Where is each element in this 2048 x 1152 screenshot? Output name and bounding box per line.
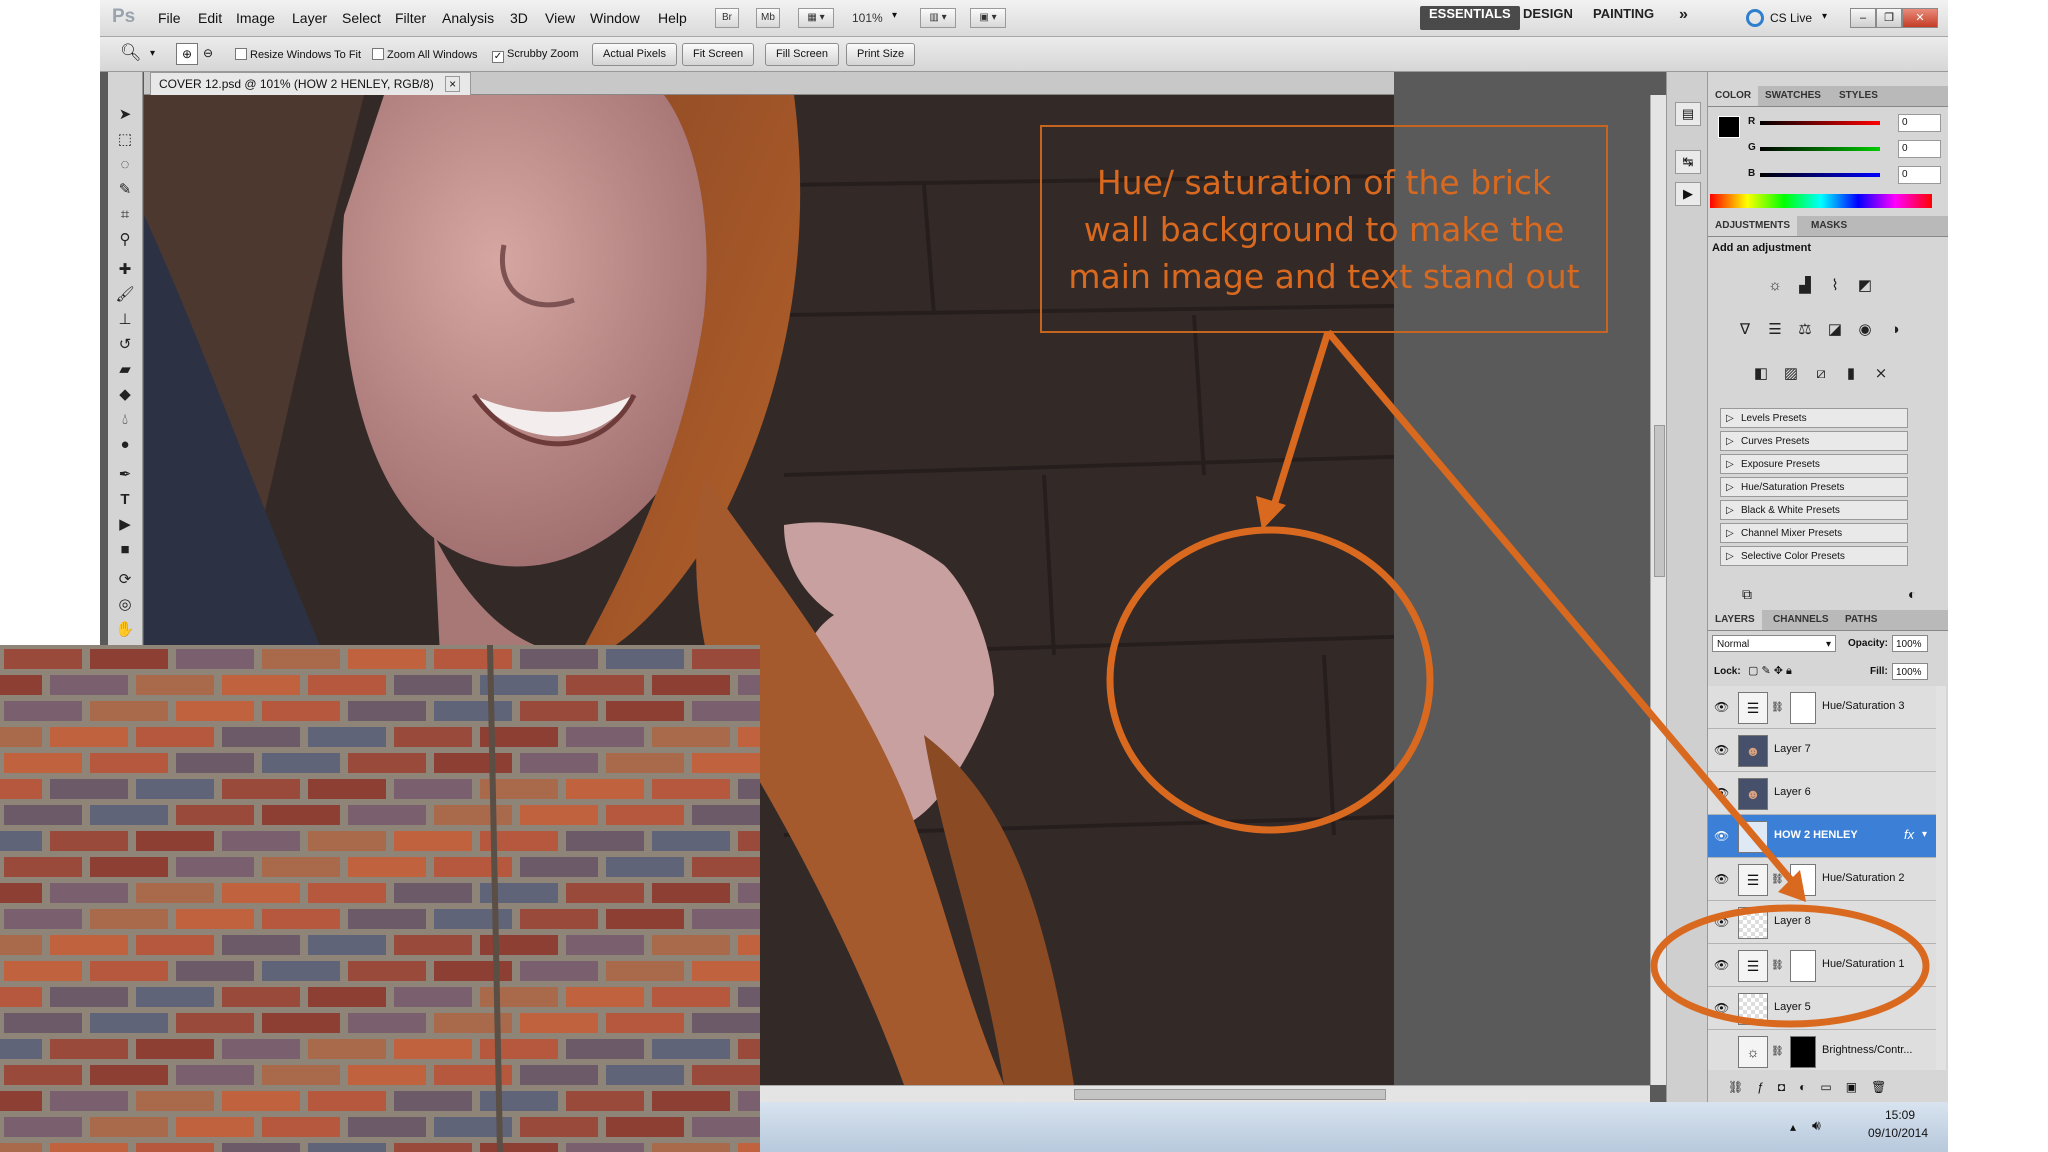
annotation-circle-wall [1106,526,1434,834]
annotation-circle-layer [1650,904,1930,1028]
annotation-arrowhead-left [1256,496,1286,530]
annotation-arrow-right [1325,329,1799,889]
annotation-arrow-left [1268,330,1332,514]
annotation-overlay [1106,329,1930,1028]
